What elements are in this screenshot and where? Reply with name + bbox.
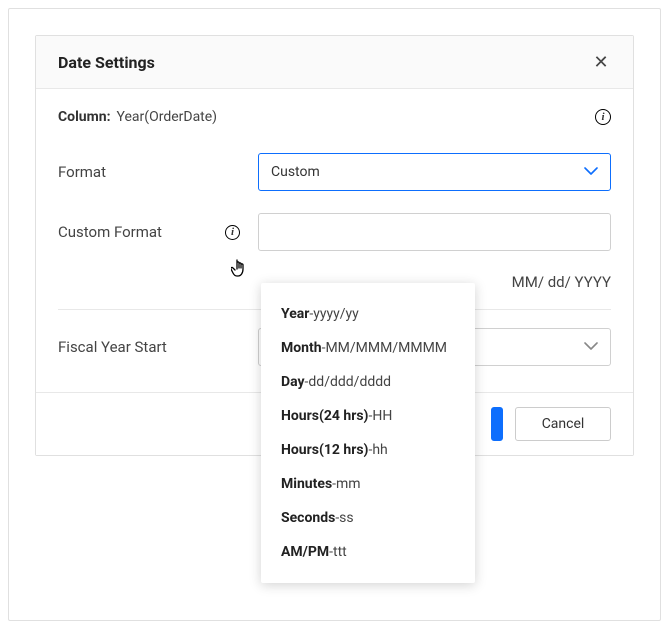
tooltip-item: Month-MM/MMM/MMMM (261, 331, 475, 365)
chevron-down-icon (584, 339, 598, 355)
close-icon: ✕ (593, 52, 608, 73)
tooltip-item: Seconds-ss (261, 501, 475, 535)
tooltip-item-key: Year (281, 306, 309, 322)
tooltip-item-key: Hours(24 hrs) (281, 408, 368, 424)
tooltip-item-format: -ttt (329, 544, 347, 560)
tooltip-item-format: -hh (368, 442, 387, 458)
tooltip-item: Minutes-mm (261, 467, 475, 501)
chevron-down-icon (584, 164, 598, 180)
custom-format-tooltip: Year-yyyy/yyMonth-MM/MMM/MMMMDay-dd/ddd/… (261, 283, 475, 583)
close-button[interactable]: ✕ (591, 52, 611, 72)
tooltip-item-key: AM/PM (281, 544, 329, 560)
format-row: Format Custom (58, 153, 611, 191)
cancel-button[interactable]: Cancel (515, 407, 611, 441)
dialog-title: Date Settings (58, 53, 155, 72)
tooltip-item-format: -mm (332, 476, 360, 492)
format-select[interactable]: Custom (258, 153, 611, 191)
tooltip-item: Hours(24 hrs)-HH (261, 399, 475, 433)
tooltip-item: Year-yyyy/yy (261, 297, 475, 331)
column-row: Column: Year(OrderDate) i (58, 109, 611, 125)
tooltip-item-key: Hours(12 hrs) (281, 442, 368, 458)
cancel-button-label: Cancel (542, 416, 585, 432)
column-info-icon[interactable]: i (595, 109, 611, 125)
format-selected-value: Custom (271, 164, 320, 180)
dialog-header: Date Settings ✕ (36, 36, 633, 89)
tooltip-item-format: -ss (335, 510, 353, 526)
tooltip-item: AM/PM-ttt (261, 535, 475, 569)
column-label: Column: (58, 109, 111, 125)
tooltip-item-format: -MM/MMM/MMMM (322, 340, 447, 356)
custom-format-row: Custom Format i (58, 213, 611, 251)
tooltip-item: Hours(12 hrs)-hh (261, 433, 475, 467)
tooltip-item-key: Month (281, 340, 322, 356)
fiscal-year-label: Fiscal Year Start (58, 338, 258, 356)
tooltip-item-key: Seconds (281, 510, 335, 526)
format-label: Format (58, 163, 258, 181)
tooltip-item-format: -yyyy/yy (309, 306, 358, 322)
tooltip-item-format: -HH (368, 408, 392, 424)
tooltip-item-format: -dd/ddd/dddd (305, 374, 391, 390)
custom-format-label: Custom Format (58, 223, 162, 241)
custom-format-input[interactable] (258, 213, 611, 251)
custom-format-info-icon[interactable]: i (225, 225, 240, 240)
tooltip-item-key: Day (281, 374, 305, 390)
column-value: Year(OrderDate) (117, 109, 218, 125)
tooltip-item-key: Minutes (281, 476, 332, 492)
primary-button-partial[interactable] (491, 407, 503, 441)
tooltip-item: Day-dd/ddd/dddd (261, 365, 475, 399)
